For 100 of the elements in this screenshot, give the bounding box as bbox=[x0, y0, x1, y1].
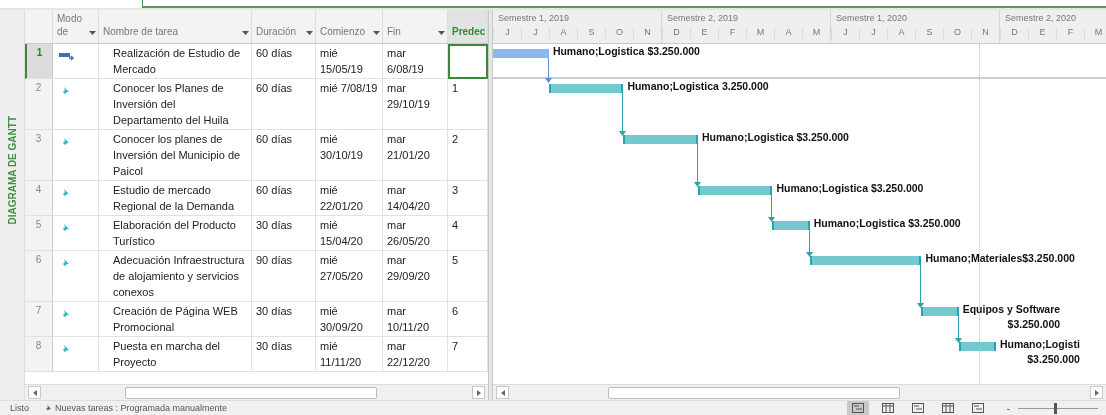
month-label: D bbox=[1000, 27, 1028, 40]
bar-label: Humano;Materiales$3.250.000 bbox=[925, 251, 1075, 266]
duration-cell: 30 días bbox=[252, 302, 316, 337]
horizontal-scrollbar[interactable] bbox=[25, 384, 488, 400]
month-label: D bbox=[662, 27, 690, 40]
task-name-cell: Adecuación Infraestructura de alojamiento y servicios conexos bbox=[99, 251, 252, 302]
finish-cell: mar 29/10/19 bbox=[383, 79, 448, 130]
month-label: J bbox=[493, 27, 521, 40]
bar-label: $3.250.000 bbox=[1027, 352, 1080, 367]
month-label: M bbox=[746, 27, 774, 40]
task-name-cell: Conocer los Planes de Inversión del Departamento del Huila bbox=[99, 79, 252, 130]
scroll-thumb[interactable] bbox=[125, 386, 377, 399]
task-name-cell: Elaboración del Producto Turístico bbox=[99, 216, 252, 251]
predecessors-cell: 5 bbox=[448, 251, 488, 302]
column-header[interactable]: Fin bbox=[383, 10, 448, 44]
task-name-cell: Realización de Estudio de Mercado bbox=[99, 44, 252, 79]
column-header[interactable]: Nombre de tarea bbox=[99, 10, 252, 44]
horizontal-scrollbar[interactable] bbox=[493, 384, 1106, 400]
month-label: J bbox=[831, 27, 859, 40]
duration-cell: 60 días bbox=[252, 79, 316, 130]
row-number[interactable]: 5 bbox=[25, 216, 53, 251]
month-label: E bbox=[690, 27, 718, 40]
bar-label: Humano;Logistica $3.250.000 bbox=[813, 216, 961, 231]
bar-label: Humano;Logistica $3.250.000 bbox=[552, 44, 700, 59]
month-label: N bbox=[633, 27, 661, 40]
zoom-thumb[interactable] bbox=[1054, 402, 1057, 414]
view-shortcut-icon[interactable] bbox=[846, 401, 869, 415]
dropdown-caret-icon[interactable] bbox=[373, 31, 380, 35]
dependency-arrow bbox=[693, 144, 701, 187]
bar-label: Humano;Logisti bbox=[999, 337, 1080, 352]
dependency-arrow bbox=[544, 58, 552, 83]
auto-schedule-icon bbox=[59, 53, 75, 62]
scroll-left-icon[interactable] bbox=[496, 386, 509, 399]
start-cell: mié 30/10/19 bbox=[316, 130, 383, 181]
month-label: O bbox=[605, 27, 633, 40]
bar-label: Humano;Logistica $3.250.000 bbox=[701, 130, 849, 145]
month-label: E bbox=[1028, 27, 1056, 40]
column-header[interactable]: Modo de bbox=[53, 10, 99, 44]
finish-cell: mar 21/01/20 bbox=[383, 130, 448, 181]
bar-label: $3.250.000 bbox=[1007, 317, 1061, 332]
bar-label: Humano;Logistica $3.250.000 bbox=[776, 181, 924, 196]
predecessors-cell: 4 bbox=[448, 216, 488, 251]
bar-label: Equipos y Software bbox=[962, 302, 1061, 317]
column-header[interactable]: Predec bbox=[448, 10, 488, 44]
semester-label: Semestre 1, 2020 bbox=[835, 12, 909, 25]
row-number[interactable]: 6 bbox=[25, 251, 53, 302]
row-number[interactable]: 2 bbox=[25, 79, 53, 130]
bar-label: Humano;Logistica 3.250.000 bbox=[627, 79, 769, 94]
new-tasks-mode[interactable]: Nuevas tareas : Programada manualmente bbox=[43, 403, 228, 413]
month-label: N bbox=[971, 27, 999, 40]
dropdown-caret-icon[interactable] bbox=[89, 31, 96, 35]
dropdown-caret-icon[interactable] bbox=[438, 31, 445, 35]
semester-label: Semestre 1, 2019 bbox=[497, 12, 571, 25]
status-text: Listo bbox=[10, 403, 29, 413]
dependency-arrow bbox=[768, 195, 776, 222]
start-cell: mié 27/05/20 bbox=[316, 251, 383, 302]
scroll-right-icon[interactable] bbox=[1090, 386, 1103, 399]
month-label: S bbox=[577, 27, 605, 40]
duration-cell: 60 días bbox=[252, 181, 316, 216]
dependency-arrow bbox=[619, 93, 627, 136]
duration-cell: 30 días bbox=[252, 216, 316, 251]
view-label: DIAGRAMA DE GANTT bbox=[6, 115, 18, 225]
task-bar[interactable] bbox=[697, 186, 773, 195]
predecessors-cell: 1 bbox=[448, 79, 488, 130]
task-name-cell: Creación de Página WEB Promocional bbox=[99, 302, 252, 337]
month-label: S bbox=[915, 27, 943, 40]
finish-cell: mar 29/09/20 bbox=[383, 251, 448, 302]
dependency-arrow bbox=[917, 265, 925, 308]
row-number[interactable]: 7 bbox=[25, 302, 53, 337]
month-label: A bbox=[887, 27, 915, 40]
column-header[interactable]: Duración bbox=[252, 10, 316, 44]
scroll-left-icon[interactable] bbox=[28, 386, 41, 399]
duration-cell: 60 días bbox=[252, 44, 316, 79]
task-bar[interactable] bbox=[958, 342, 996, 351]
month-label: O bbox=[943, 27, 971, 40]
month-label: F bbox=[718, 27, 746, 40]
dependency-arrow bbox=[954, 316, 962, 343]
zoom-out-button[interactable]: - bbox=[1006, 402, 1010, 414]
column-header[interactable]: Comienzo bbox=[316, 10, 383, 44]
month-label: J bbox=[521, 27, 549, 40]
row-number[interactable]: 1 bbox=[25, 44, 53, 79]
month-label: F bbox=[1056, 27, 1084, 40]
semester-label: Semestre 2, 2019 bbox=[666, 12, 740, 25]
start-cell: mié 7/08/19 bbox=[316, 79, 383, 130]
month-label: M bbox=[1084, 27, 1106, 40]
task-name-cell: Estudio de mercado Regional de la Demanda bbox=[99, 181, 252, 216]
dependency-arrow bbox=[805, 230, 813, 257]
zoom-slider[interactable] bbox=[1018, 402, 1098, 414]
duration-cell: 60 días bbox=[252, 130, 316, 181]
scroll-right-icon[interactable] bbox=[472, 386, 485, 399]
month-label: M bbox=[802, 27, 830, 40]
dropdown-caret-icon[interactable] bbox=[306, 31, 313, 35]
semester-label: Semestre 2, 2020 bbox=[1004, 12, 1078, 25]
row-number[interactable]: 8 bbox=[25, 337, 53, 372]
row-number[interactable]: 3 bbox=[25, 130, 53, 181]
task-bar[interactable] bbox=[548, 84, 624, 93]
duration-cell: 90 días bbox=[252, 251, 316, 302]
scroll-thumb[interactable] bbox=[608, 386, 900, 399]
row-number[interactable]: 4 bbox=[25, 181, 53, 216]
dropdown-caret-icon[interactable] bbox=[242, 31, 249, 35]
